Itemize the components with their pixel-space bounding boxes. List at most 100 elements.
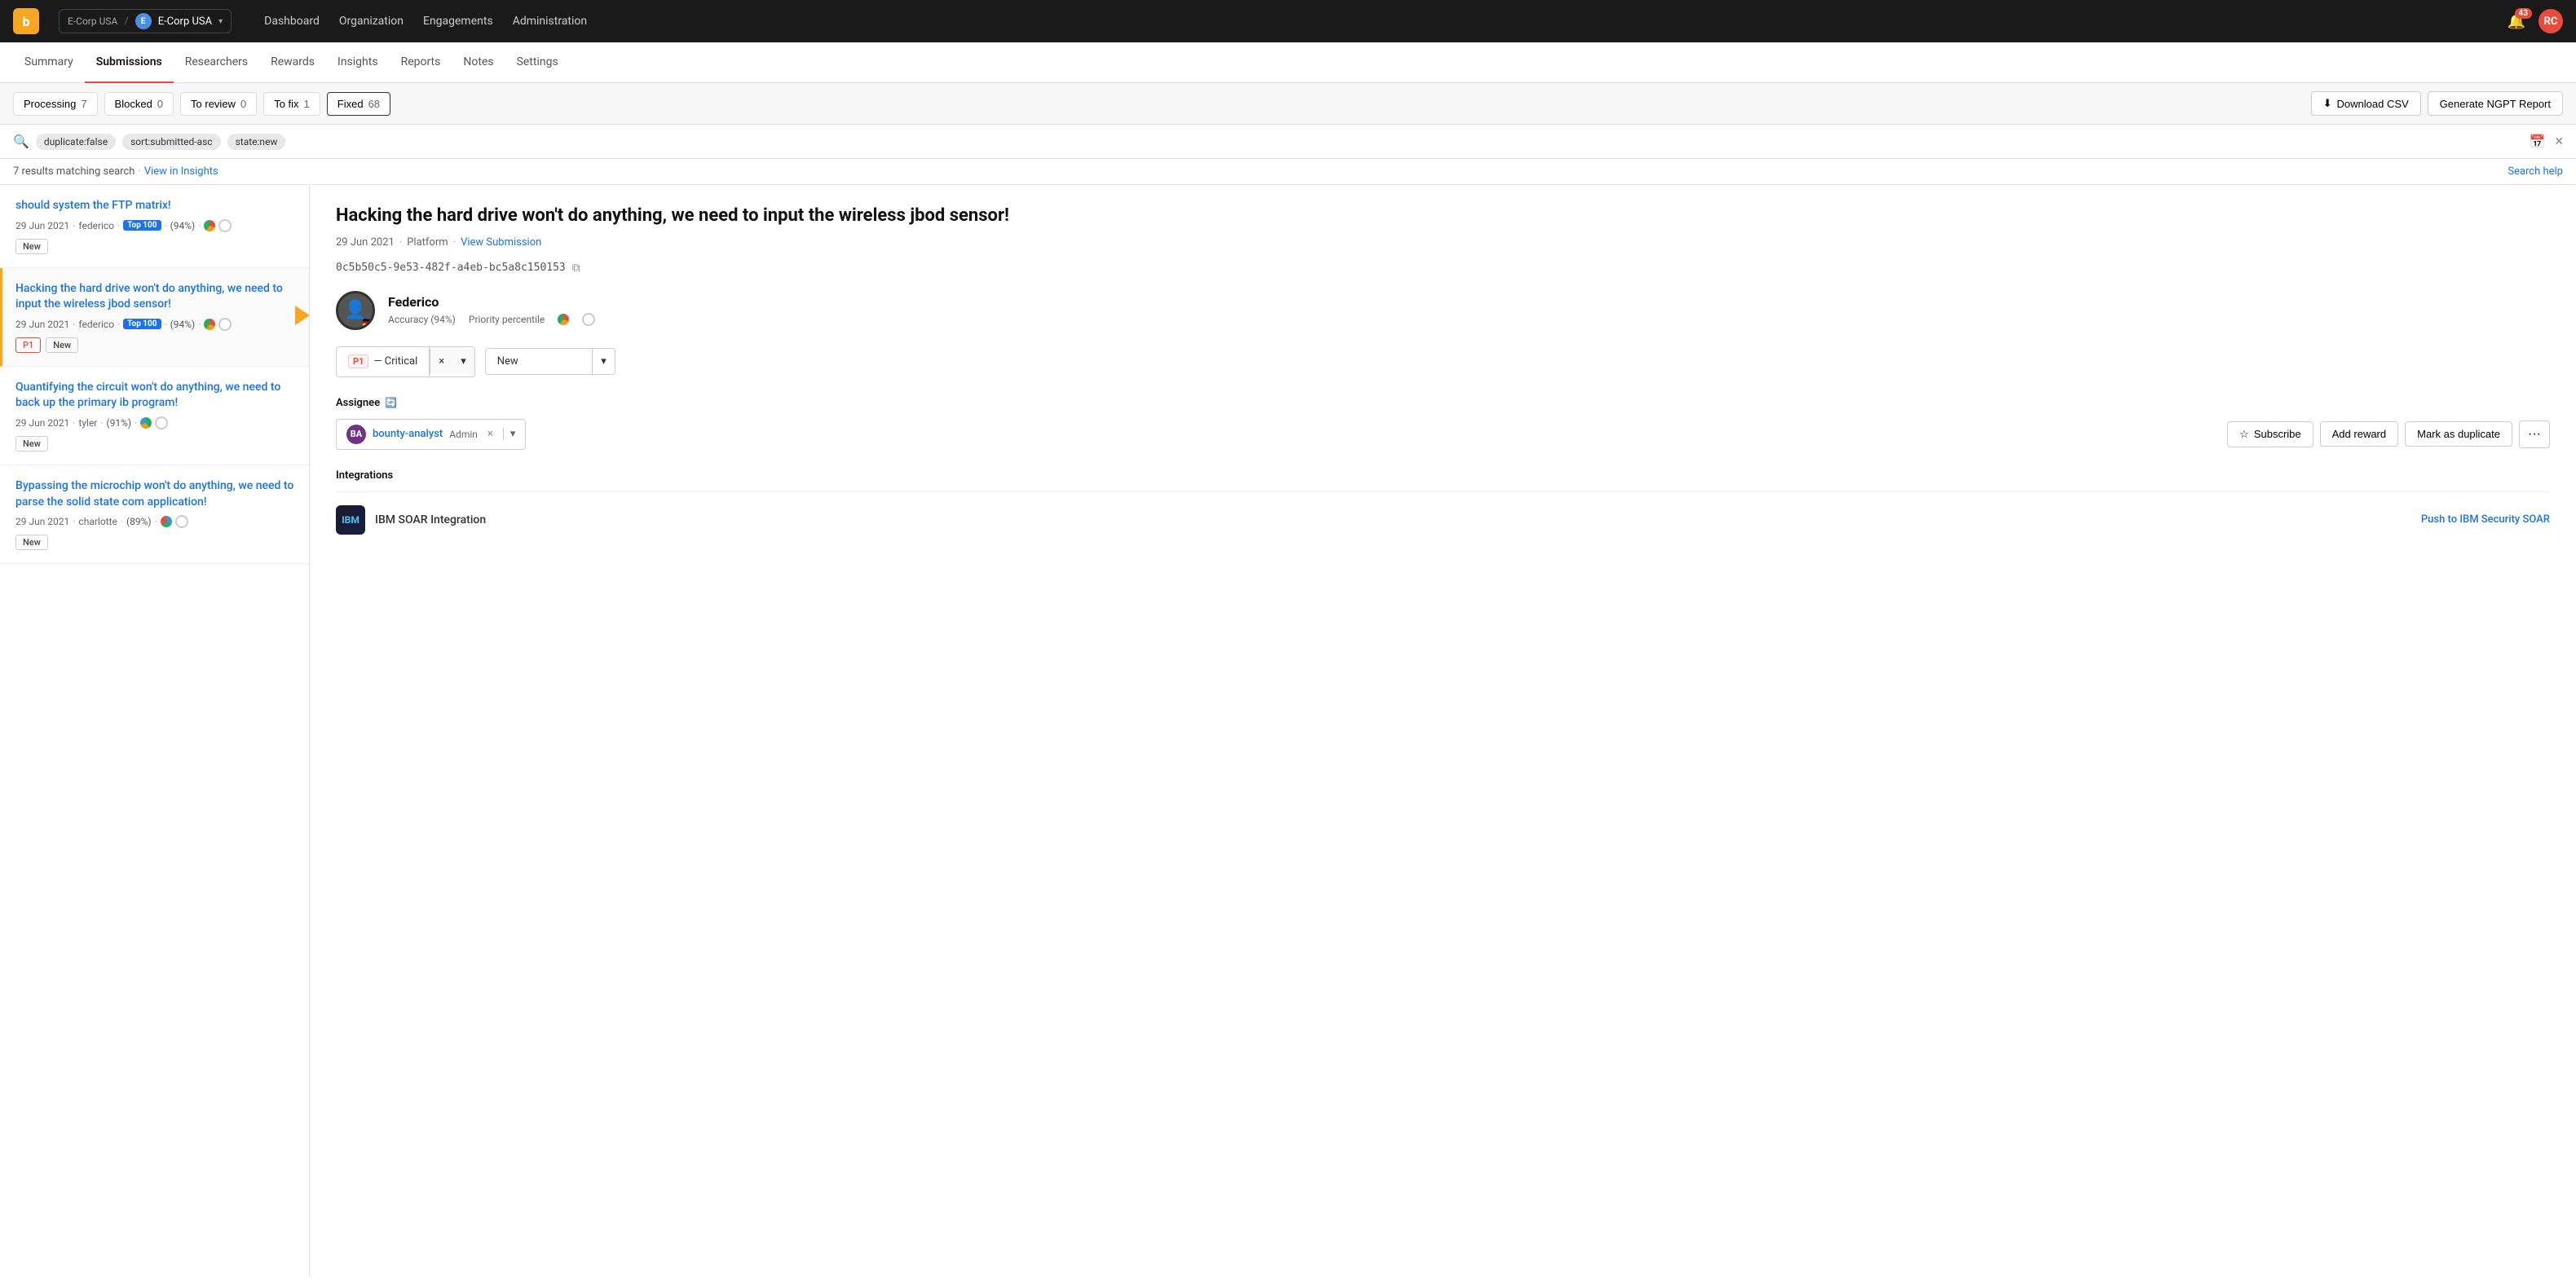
submission-meta-3: 29 Jun 2021 · tyler · (91%) ·: [15, 416, 296, 429]
nav-link-engagements[interactable]: Engagements: [423, 15, 493, 28]
view-submission-link[interactable]: View Submission: [461, 236, 541, 249]
app-logo[interactable]: b: [13, 8, 39, 34]
dot-separator: ·: [138, 165, 140, 178]
download-csv-button[interactable]: ⬇ Download CSV: [2311, 91, 2421, 116]
more-options-button[interactable]: ···: [2519, 421, 2550, 448]
priority-select-label: P1 — Critical: [337, 348, 429, 375]
submission-item-2[interactable]: Hacking the hard drive won't do anything…: [0, 268, 309, 367]
push-to-ibm-button[interactable]: Push to IBM Security SOAR: [2421, 513, 2550, 526]
submission-author-4: charlotte: [78, 516, 117, 527]
add-reward-button[interactable]: Add reward: [2320, 421, 2398, 447]
submission-author-3: tyler: [78, 417, 97, 429]
submission-meta-1: 29 Jun 2021 · federico · Top 100 · (94%)…: [15, 219, 296, 232]
ibm-integration-name: IBM SOAR Integration: [375, 513, 486, 526]
reporter-name: Federico: [388, 294, 595, 310]
generate-ngpt-button[interactable]: Generate NGPT Report: [2428, 91, 2563, 116]
user-avatar[interactable]: RC: [2539, 9, 2563, 33]
org-separator: /: [124, 15, 128, 28]
tags-row-2: P1 New: [15, 337, 296, 353]
tags-row-3: New: [15, 436, 296, 451]
submission-author-2: federico: [78, 319, 114, 330]
submission-author-1: federico: [78, 220, 114, 231]
download-icon: ⬇: [2323, 97, 2332, 110]
assignee-avatar: BA: [346, 425, 366, 444]
submission-item-3[interactable]: Quantifying the circuit won't do anythin…: [0, 367, 309, 465]
tab-settings[interactable]: Settings: [505, 42, 570, 83]
filter-processing[interactable]: Processing 7: [13, 92, 98, 116]
tab-summary[interactable]: Summary: [13, 42, 85, 83]
submission-title-3[interactable]: Quantifying the circuit won't do anythin…: [15, 380, 296, 412]
tab-submissions[interactable]: Submissions: [85, 42, 174, 83]
report-platform: Platform: [407, 236, 448, 249]
view-in-insights-link[interactable]: View in Insights: [144, 165, 218, 178]
results-info-bar: 7 results matching search · View in Insi…: [0, 159, 2576, 185]
submission-title-4[interactable]: Bypassing the microchip won't do anythin…: [15, 478, 296, 510]
search-tag-sort[interactable]: sort:submitted-asc: [122, 134, 221, 150]
state-dropdown-button[interactable]: ▾: [592, 349, 615, 374]
filter-to-review[interactable]: To review 0: [180, 92, 257, 116]
assignee-name-link[interactable]: bounty-analyst: [373, 428, 443, 440]
nav-link-administration[interactable]: Administration: [513, 15, 587, 28]
copy-uuid-button[interactable]: ⧉: [572, 262, 580, 275]
search-icon: 🔍: [13, 134, 29, 149]
tab-rewards[interactable]: Rewards: [259, 42, 326, 83]
submission-item-1[interactable]: should system the FTP matrix! 29 Jun 202…: [0, 185, 309, 268]
action-buttons: ☆ Subscribe Add reward Mark as duplicate…: [2227, 421, 2550, 448]
submissions-list: should system the FTP matrix! 29 Jun 202…: [0, 185, 310, 1276]
toggle-2: [218, 318, 232, 331]
assignee-row: BA bounty-analyst Admin × ▾ ☆ Subscribe …: [336, 419, 2550, 450]
tab-reports[interactable]: Reports: [390, 42, 452, 83]
priority-dropdown-button[interactable]: ▾: [452, 349, 474, 374]
nav-link-dashboard[interactable]: Dashboard: [264, 15, 320, 28]
top-nav-right: 🔔 43 RC: [2508, 9, 2563, 33]
top100-badge-2: Top 100: [123, 319, 161, 329]
mark-duplicate-button[interactable]: Mark as duplicate: [2405, 421, 2512, 447]
submission-title-2[interactable]: Hacking the hard drive won't do anything…: [15, 281, 296, 313]
star-icon: ☆: [2239, 428, 2249, 441]
calendar-icon[interactable]: 📅: [2529, 134, 2545, 149]
org-name-label: E-Corp USA: [158, 15, 212, 28]
assignee-remove-button[interactable]: ×: [487, 428, 493, 440]
filter-blocked[interactable]: Blocked 0: [104, 92, 174, 116]
search-help-link-wrap: Search help: [2508, 165, 2563, 178]
assignee-chip: BA bounty-analyst Admin × ▾: [336, 419, 526, 450]
submission-date-2: 29 Jun 2021: [15, 319, 69, 330]
submission-item-4[interactable]: Bypassing the microchip won't do anythin…: [0, 465, 309, 564]
submission-date-3: 29 Jun 2021: [15, 417, 69, 429]
state-select[interactable]: New ▾: [485, 348, 615, 375]
search-help-link[interactable]: Search help: [2508, 165, 2563, 178]
search-tag-state[interactable]: state:new: [227, 134, 286, 150]
tab-insights[interactable]: Insights: [326, 42, 390, 83]
submission-title-1[interactable]: should system the FTP matrix!: [15, 198, 296, 214]
tab-researchers[interactable]: Researchers: [174, 42, 259, 83]
filter-actions: ⬇ Download CSV Generate NGPT Report: [2311, 91, 2563, 116]
reporter-section: 👤 🇩🇪 Federico Accuracy (94%) Priority pe…: [336, 291, 2550, 330]
filter-fixed[interactable]: Fixed 68: [327, 92, 390, 116]
toggle-3: [155, 416, 168, 429]
refresh-icon[interactable]: 🔄: [385, 397, 397, 408]
priority-dot-3: [140, 417, 152, 429]
priority-select[interactable]: P1 — Critical × ▾: [336, 346, 475, 377]
tags-row-4: New: [15, 535, 296, 550]
search-tag-duplicate[interactable]: duplicate:false: [36, 134, 116, 150]
clear-search-button[interactable]: ×: [2555, 133, 2563, 150]
org-path-label: E-Corp USA: [68, 15, 117, 27]
org-selector[interactable]: E-Corp USA / E E-Corp USA ▾: [59, 9, 232, 33]
integrations-label: Integrations: [336, 469, 2550, 482]
report-detail-panel: Hacking the hard drive won't do anything…: [310, 185, 2576, 1276]
tab-notes[interactable]: Notes: [452, 42, 505, 83]
tag-new-2: New: [46, 337, 78, 353]
priority-close-button[interactable]: ×: [430, 349, 452, 374]
assignee-dropdown-button[interactable]: ▾: [503, 428, 516, 440]
subscribe-button[interactable]: ☆ Subscribe: [2227, 421, 2313, 447]
main-content: should system the FTP matrix! 29 Jun 202…: [0, 185, 2576, 1276]
sub-navigation: Summary Submissions Researchers Rewards …: [0, 42, 2576, 83]
status-selectors-row: P1 — Critical × ▾ New ▾: [336, 346, 2550, 377]
tag-new-1: New: [15, 239, 48, 254]
ibm-icon: IBM: [336, 505, 365, 535]
chevron-down-icon: ▾: [218, 17, 223, 26]
nav-link-organization[interactable]: Organization: [339, 15, 404, 28]
filter-to-fix[interactable]: To fix 1: [263, 92, 320, 116]
notification-bell[interactable]: 🔔 43: [2508, 13, 2525, 30]
selected-arrow-icon: [295, 306, 310, 325]
